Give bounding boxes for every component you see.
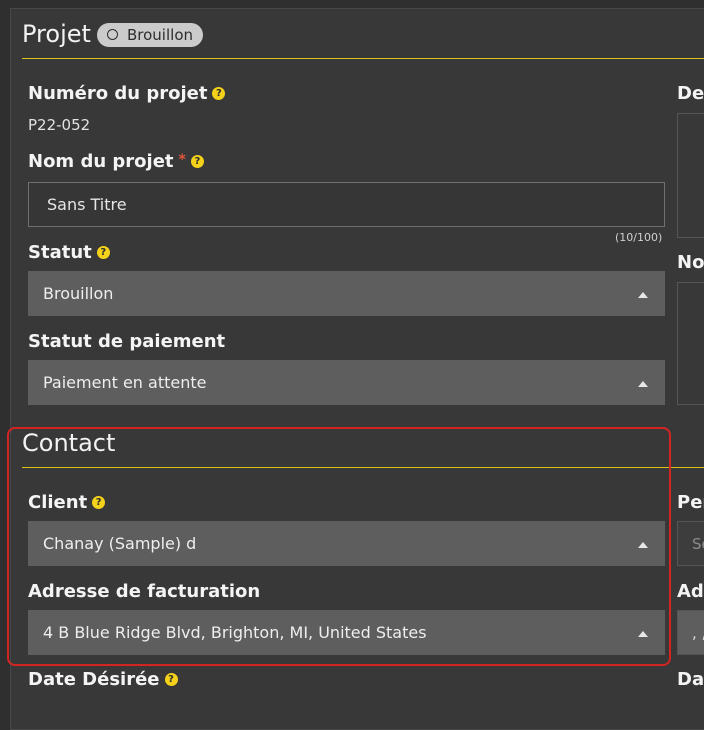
payment-status-select[interactable]: Paiement en attente [28, 360, 665, 405]
project-name-input[interactable]: Sans Titre [28, 182, 665, 227]
shipping-address-select[interactable]: , , [677, 610, 704, 655]
required-mark: * [178, 152, 186, 168]
status-label-text: Statut [28, 242, 92, 263]
status-select[interactable]: Brouillon [28, 271, 665, 316]
contact-person-label: Per [677, 492, 704, 513]
project-number-label: Numéro du projet? [28, 83, 226, 104]
contact-highlight-box [7, 427, 671, 666]
desired-date-label: Date Désirée? [28, 669, 178, 690]
description-label: Des [677, 83, 704, 104]
notes-textarea[interactable] [677, 282, 704, 405]
payment-status-select-value: Paiement en attente [43, 373, 207, 392]
status-label: Statut? [28, 242, 110, 263]
circle-outline-icon [107, 29, 118, 40]
help-icon[interactable]: ? [164, 673, 178, 686]
project-name-counter: (10/100) [615, 231, 663, 244]
section-divider-projet [22, 58, 704, 59]
date-right-label: Dat [677, 669, 704, 690]
help-icon[interactable]: ? [212, 87, 226, 100]
caret-up-icon [638, 381, 648, 387]
project-name-label: Nom du projet *? [28, 151, 204, 172]
help-icon[interactable]: ? [190, 155, 204, 168]
shipping-address-label: Adr [677, 581, 704, 602]
desired-date-label-text: Date Désirée [28, 669, 160, 690]
project-number-value: P22-052 [28, 116, 91, 134]
status-select-value: Brouillon [43, 284, 114, 303]
payment-status-label: Statut de paiement [28, 331, 226, 352]
project-number-label-text: Numéro du projet [28, 83, 208, 104]
project-name-label-text: Nom du projet [28, 151, 174, 172]
section-title-projet: Projet [22, 20, 91, 48]
notes-label: No [677, 252, 704, 273]
caret-up-icon [638, 292, 648, 298]
contact-person-input[interactable]: Se [677, 521, 704, 566]
status-badge-label: Brouillon [127, 26, 193, 44]
help-icon[interactable]: ? [96, 246, 110, 259]
description-textarea[interactable] [677, 113, 704, 238]
status-badge: Brouillon [97, 23, 203, 47]
